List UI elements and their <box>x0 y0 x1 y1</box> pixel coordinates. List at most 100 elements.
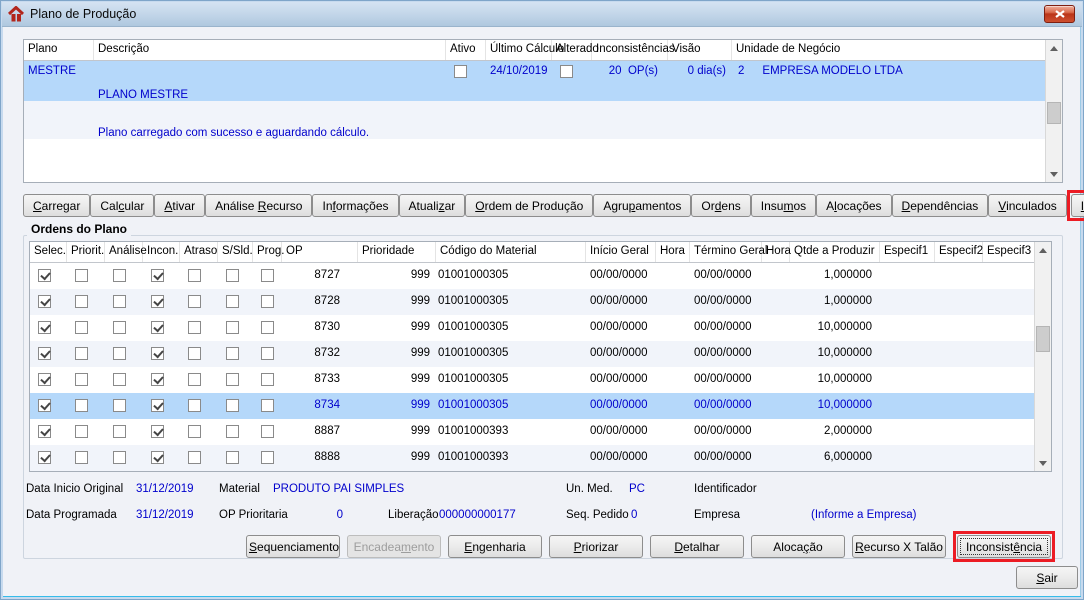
incon-checkbox[interactable] <box>151 425 164 438</box>
plans-scrollbar[interactable] <box>1045 40 1062 182</box>
ssld-checkbox[interactable] <box>226 425 239 438</box>
column-header-termino-geral[interactable]: Término Geral <box>690 242 768 262</box>
orders-scrollbar[interactable] <box>1034 242 1051 471</box>
order-row[interactable]: 8888 999 01001000393 00/00/0000 00/00/0000 6,… <box>30 445 1034 471</box>
analise-checkbox[interactable] <box>113 347 126 360</box>
selec-checkbox[interactable] <box>38 295 51 308</box>
column-header-unidade-negocio[interactable]: Unidade de Negócio <box>732 40 1045 60</box>
column-header-priorit[interactable]: Priorit. <box>67 242 105 262</box>
prog-checkbox[interactable] <box>261 347 274 360</box>
prog-checkbox[interactable] <box>261 295 274 308</box>
selec-checkbox[interactable] <box>38 269 51 282</box>
plan-inconsistencias-button[interactable]: Inconsistências <box>1070 194 1084 217</box>
scroll-down-icon[interactable] <box>1035 455 1051 471</box>
atraso-checkbox[interactable] <box>188 321 201 334</box>
plan-vinculados-button[interactable]: Vinculados <box>988 194 1067 217</box>
order-detalhar-button[interactable]: Detalhar <box>650 535 744 558</box>
column-header-visao[interactable]: Visão <box>668 40 732 60</box>
column-header-qtde-a-produzir[interactable]: Qtde a Produzir <box>790 242 880 262</box>
plan-row-mestre[interactable]: MESTRE PLANO MESTRE Plano carregado com … <box>24 61 1045 139</box>
prog-checkbox[interactable] <box>261 451 274 464</box>
plan-atualizar-button[interactable]: Atualizar <box>398 194 466 217</box>
prog-checkbox[interactable] <box>261 399 274 412</box>
alterado-checkbox[interactable] <box>560 65 573 78</box>
plan-agrupamentos-button[interactable]: Agrupamentos <box>593 194 692 217</box>
order-engenharia-button[interactable]: Engenharia <box>448 535 542 558</box>
column-header-prioridade[interactable]: Prioridade <box>358 242 436 262</box>
scroll-up-icon[interactable] <box>1035 242 1051 258</box>
order-encadeamento-button[interactable]: Encadeamento <box>347 535 441 558</box>
column-header-op[interactable]: OP <box>282 242 358 262</box>
scroll-up-icon[interactable] <box>1046 40 1062 56</box>
priorit-checkbox[interactable] <box>75 425 88 438</box>
analise-checkbox[interactable] <box>113 373 126 386</box>
selec-checkbox[interactable] <box>38 451 51 464</box>
analise-checkbox[interactable] <box>113 321 126 334</box>
column-header-ultimo-calculo[interactable]: Último Cálculo <box>486 40 564 60</box>
order-recurso-x-talao-button[interactable]: Recurso X Talão <box>852 535 946 558</box>
analise-checkbox[interactable] <box>113 269 126 282</box>
column-header-alterado[interactable]: Alterado <box>552 40 599 60</box>
analise-checkbox[interactable] <box>113 399 126 412</box>
column-header-especif2[interactable]: Especif2 <box>935 242 983 262</box>
incon-checkbox[interactable] <box>151 373 164 386</box>
atraso-checkbox[interactable] <box>188 425 201 438</box>
order-row[interactable]: 8732 999 01001000305 00/00/0000 00/00/0000 10… <box>30 341 1034 367</box>
atraso-checkbox[interactable] <box>188 347 201 360</box>
atraso-checkbox[interactable] <box>188 269 201 282</box>
atraso-checkbox[interactable] <box>188 399 201 412</box>
column-header-hora[interactable]: Hora <box>762 242 791 262</box>
column-header-analise[interactable]: Análise <box>105 242 147 262</box>
atraso-checkbox[interactable] <box>188 451 201 464</box>
plan-ordem-de-producao-button[interactable]: Ordem de Produção <box>465 194 594 217</box>
order-inconsistencia-button[interactable]: Inconsistência <box>957 535 1051 558</box>
priorit-checkbox[interactable] <box>75 399 88 412</box>
column-header-codigo-do-material[interactable]: Código do Material <box>436 242 586 262</box>
plan-ordens-button[interactable]: Ordens <box>691 194 751 217</box>
selec-checkbox[interactable] <box>38 373 51 386</box>
order-row[interactable]: 8733 999 01001000305 00/00/0000 00/00/0000 10… <box>30 367 1034 393</box>
ssld-checkbox[interactable] <box>226 269 239 282</box>
selec-checkbox[interactable] <box>38 399 51 412</box>
incon-checkbox[interactable] <box>151 321 164 334</box>
plan-insumos-button[interactable]: Insumos <box>750 194 817 217</box>
scroll-down-icon[interactable] <box>1046 166 1062 182</box>
column-header-inconsistencias[interactable]: Inconsistências <box>592 40 675 60</box>
plan-calcular-button[interactable]: Calcular <box>90 194 155 217</box>
order-sequenciamento-button[interactable]: Sequenciamento <box>246 535 340 558</box>
analise-checkbox[interactable] <box>113 451 126 464</box>
incon-checkbox[interactable] <box>151 295 164 308</box>
ssld-checkbox[interactable] <box>226 399 239 412</box>
ssld-checkbox[interactable] <box>226 347 239 360</box>
plans-scrollbar-thumb[interactable] <box>1047 102 1061 124</box>
plan-dependencias-button[interactable]: Dependências <box>891 194 989 217</box>
order-row[interactable]: 8728 999 01001000305 00/00/0000 00/00/0000 1,… <box>30 289 1034 315</box>
priorit-checkbox[interactable] <box>75 295 88 308</box>
ssld-checkbox[interactable] <box>226 451 239 464</box>
column-header-especif3[interactable]: Especif3 <box>983 242 1034 262</box>
analise-checkbox[interactable] <box>113 295 126 308</box>
column-header-descricao[interactable]: Descrição <box>94 40 446 60</box>
column-header-selec[interactable]: Selec. <box>30 242 67 262</box>
column-header-inicio-geral[interactable]: Início Geral <box>586 242 656 262</box>
column-header-incon[interactable]: Incon. <box>143 242 180 262</box>
order-row[interactable]: 8887 999 01001000393 00/00/0000 00/00/0000 2,… <box>30 419 1034 445</box>
close-button[interactable] <box>1044 5 1075 23</box>
order-row[interactable]: 8727 999 01001000305 00/00/0000 00/00/0000 1,… <box>30 263 1034 289</box>
column-header-ativo[interactable]: Ativo <box>446 40 486 60</box>
atraso-checkbox[interactable] <box>188 295 201 308</box>
plan-analise-recurso-button[interactable]: Análise Recurso <box>205 194 313 217</box>
incon-checkbox[interactable] <box>151 451 164 464</box>
orders-scrollbar-thumb[interactable] <box>1036 326 1050 352</box>
ssld-checkbox[interactable] <box>226 295 239 308</box>
plan-informacoes-button[interactable]: Informações <box>312 194 399 217</box>
order-alocacao-button[interactable]: Alocação <box>751 535 845 558</box>
priorit-checkbox[interactable] <box>75 451 88 464</box>
sair-button[interactable]: Sair <box>1016 566 1078 589</box>
plan-alocacoes-button[interactable]: Alocações <box>816 194 892 217</box>
plan-carregar-button[interactable]: Carregar <box>23 194 91 217</box>
incon-checkbox[interactable] <box>151 269 164 282</box>
priorit-checkbox[interactable] <box>75 347 88 360</box>
order-row[interactable]: 8734 999 01001000305 00/00/0000 00/00/0000 10… <box>30 393 1034 419</box>
priorit-checkbox[interactable] <box>75 321 88 334</box>
